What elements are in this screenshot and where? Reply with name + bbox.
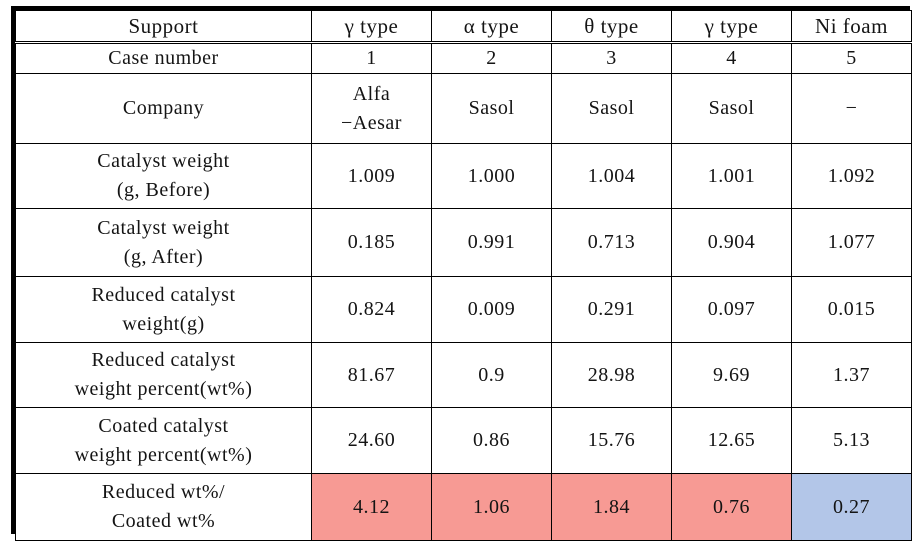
row-label-line1: Coated catalyst bbox=[98, 414, 229, 437]
cell-coated-percent-1: 24.60 bbox=[311, 407, 432, 475]
cell-ratio-1: 4.12 bbox=[311, 473, 432, 541]
cell-weight-after-5: 1.077 bbox=[791, 208, 912, 278]
row-label-line1: Reduced catalyst bbox=[91, 283, 236, 306]
cell-coated-percent-2: 0.86 bbox=[431, 407, 552, 475]
company-name-multiline: Alfa −Aesar bbox=[314, 80, 429, 138]
table-row: Catalyst weight (g, Before) 1.009 1.000 … bbox=[15, 143, 912, 210]
cell-coated-percent-5: 5.13 bbox=[791, 407, 912, 475]
row-label-multiline: Reduced wt%/ Coated wt% bbox=[18, 478, 309, 536]
table-row: Case number 1 2 3 4 5 bbox=[15, 42, 912, 75]
catalyst-comparison-table: Support γ type α type θ type γ type Ni f… bbox=[15, 9, 912, 541]
table-row: Reduced wt%/ Coated wt% 4.12 1.06 1.84 0… bbox=[15, 473, 912, 541]
cell-coated-percent-4: 12.65 bbox=[671, 407, 792, 475]
company-name-line1: Alfa bbox=[352, 82, 391, 105]
cell-reduced-percent-3: 28.98 bbox=[551, 342, 672, 409]
row-label-line1: Reduced wt%/ bbox=[101, 481, 226, 504]
cell-reduced-weight-1: 0.824 bbox=[311, 276, 432, 344]
cell-weight-before-2: 1.000 bbox=[431, 143, 552, 210]
row-label-multiline: Catalyst weight (g, After) bbox=[18, 214, 309, 272]
cell-reduced-percent-1: 81.67 bbox=[311, 342, 432, 409]
cell-coated-percent-3: 15.76 bbox=[551, 407, 672, 475]
cell-weight-before-4: 1.001 bbox=[671, 143, 792, 210]
header-support: Support bbox=[15, 9, 312, 45]
row-label-line2: weight percent(wt%) bbox=[74, 443, 253, 466]
row-label-multiline: Catalyst weight (g, Before) bbox=[18, 147, 309, 205]
cell-weight-before-1: 1.009 bbox=[311, 143, 432, 210]
row-label-company: Company bbox=[15, 73, 312, 145]
cell-reduced-percent-5: 1.37 bbox=[791, 342, 912, 409]
row-label-line2: (g, After) bbox=[123, 245, 204, 268]
table-row: Coated catalyst weight percent(wt%) 24.6… bbox=[15, 407, 912, 475]
row-label-line1: Catalyst weight bbox=[97, 216, 230, 239]
table-header-row: Support γ type α type θ type γ type Ni f… bbox=[15, 9, 912, 45]
row-label-catalyst-weight-before: Catalyst weight (g, Before) bbox=[15, 143, 312, 210]
cell-ratio-5: 0.27 bbox=[791, 473, 912, 541]
cell-case-number-2: 2 bbox=[431, 42, 552, 75]
cell-weight-after-4: 0.904 bbox=[671, 208, 792, 278]
cell-reduced-weight-4: 0.097 bbox=[671, 276, 792, 344]
row-label-multiline: Reduced catalyst weight percent(wt%) bbox=[18, 346, 309, 404]
cell-reduced-percent-2: 0.9 bbox=[431, 342, 552, 409]
cell-case-number-1: 1 bbox=[311, 42, 432, 75]
cell-weight-after-3: 0.713 bbox=[551, 208, 672, 278]
cell-ratio-3: 1.84 bbox=[551, 473, 672, 541]
cell-case-number-4: 4 bbox=[671, 42, 792, 75]
row-label-line1: Reduced catalyst bbox=[91, 349, 236, 372]
row-label-multiline: Reduced catalyst weight(g) bbox=[18, 281, 309, 339]
header-col-2: α type bbox=[431, 9, 552, 45]
header-col-3: θ type bbox=[551, 9, 672, 45]
cell-company-1: Alfa −Aesar bbox=[311, 73, 432, 145]
row-label-line2: weight(g) bbox=[122, 312, 205, 335]
row-label-line2: weight percent(wt%) bbox=[74, 378, 253, 401]
cell-case-number-5: 5 bbox=[791, 42, 912, 75]
row-label-line2: (g, Before) bbox=[116, 179, 211, 202]
cell-reduced-weight-2: 0.009 bbox=[431, 276, 552, 344]
row-label-reduced-catalyst-weight: Reduced catalyst weight(g) bbox=[15, 276, 312, 344]
cell-ratio-4: 0.76 bbox=[671, 473, 792, 541]
cell-company-5: − bbox=[791, 73, 912, 145]
header-col-1: γ type bbox=[311, 9, 432, 45]
cell-company-3: Sasol bbox=[551, 73, 672, 145]
cell-reduced-weight-5: 0.015 bbox=[791, 276, 912, 344]
table-row: Reduced catalyst weight(g) 0.824 0.009 0… bbox=[15, 276, 912, 344]
cell-company-4: Sasol bbox=[671, 73, 792, 145]
table-row: Reduced catalyst weight percent(wt%) 81.… bbox=[15, 342, 912, 409]
row-label-line1: Catalyst weight bbox=[97, 150, 230, 173]
table-row: Company Alfa −Aesar Sasol Sasol Sasol − bbox=[15, 73, 912, 145]
row-label-line2: Coated wt% bbox=[111, 510, 216, 533]
row-label-catalyst-weight-after: Catalyst weight (g, After) bbox=[15, 208, 312, 278]
row-label-reduced-over-coated-ratio: Reduced wt%/ Coated wt% bbox=[15, 473, 312, 541]
cell-weight-before-5: 1.092 bbox=[791, 143, 912, 210]
company-name-line2: −Aesar bbox=[341, 111, 402, 134]
table-row: Catalyst weight (g, After) 0.185 0.991 0… bbox=[15, 208, 912, 278]
cell-case-number-3: 3 bbox=[551, 42, 672, 75]
row-label-reduced-weight-percent: Reduced catalyst weight percent(wt%) bbox=[15, 342, 312, 409]
cell-ratio-2: 1.06 bbox=[431, 473, 552, 541]
cell-company-2: Sasol bbox=[431, 73, 552, 145]
header-col-4: γ type bbox=[671, 9, 792, 45]
row-label-multiline: Coated catalyst weight percent(wt%) bbox=[18, 412, 309, 470]
cell-weight-before-3: 1.004 bbox=[551, 143, 672, 210]
cell-weight-after-1: 0.185 bbox=[311, 208, 432, 278]
header-col-5: Ni foam bbox=[791, 9, 912, 45]
cell-weight-after-2: 0.991 bbox=[431, 208, 552, 278]
row-label-coated-weight-percent: Coated catalyst weight percent(wt%) bbox=[15, 407, 312, 475]
row-label-case-number: Case number bbox=[15, 42, 312, 75]
data-table-container: Support γ type α type θ type γ type Ni f… bbox=[11, 6, 912, 541]
cell-reduced-percent-4: 9.69 bbox=[671, 342, 792, 409]
cell-reduced-weight-3: 0.291 bbox=[551, 276, 672, 344]
